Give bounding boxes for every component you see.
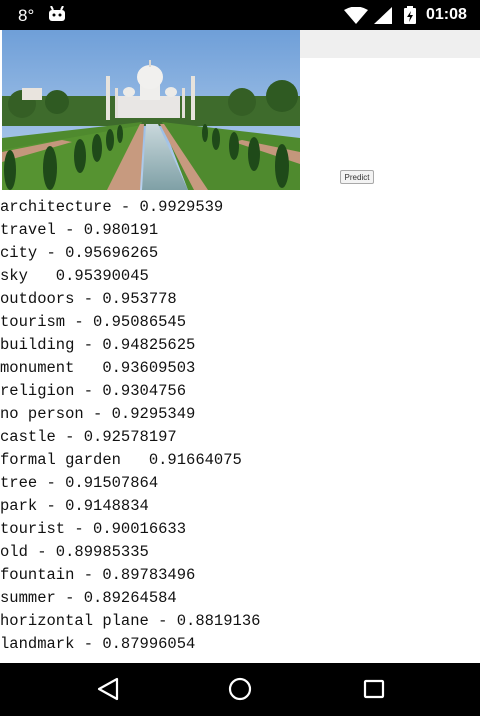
prediction-item: tourist - 0.90016633: [0, 520, 187, 538]
prediction-item: travel - 0.980191: [0, 221, 159, 239]
toolbar-strip: [300, 30, 480, 58]
prediction-item: summer - 0.89264584: [0, 589, 177, 607]
prediction-item: horizontal plane - 0.8819136: [0, 612, 261, 630]
prediction-item: old - 0.89985335: [0, 543, 149, 561]
photo-illustration: [2, 30, 300, 190]
prediction-item: city - 0.95696265: [0, 244, 159, 262]
prediction-item: fountain - 0.89783496: [0, 566, 196, 584]
prediction-item: building - 0.94825625: [0, 336, 196, 354]
prediction-item: no person - 0.9295349: [0, 405, 196, 423]
signal-icon: [374, 7, 392, 24]
prediction-item: sky 0.95390045: [0, 267, 149, 285]
navigation-bar: [0, 663, 480, 716]
recents-icon[interactable]: [362, 677, 386, 701]
prediction-item: formal garden 0.91664075: [0, 451, 242, 469]
prediction-item: architecture - 0.9929539: [0, 198, 224, 216]
temperature: 8°: [18, 6, 35, 25]
prediction-item: tourism - 0.95086545: [0, 313, 187, 331]
home-icon[interactable]: [228, 677, 252, 701]
wifi-icon: [344, 7, 368, 24]
status-bar: 8° 01:08: [0, 0, 480, 30]
prediction-item: outdoors - 0.953778: [0, 290, 177, 308]
android-notification-icon: [49, 6, 65, 21]
taj-mahal-photo: [2, 30, 300, 190]
prediction-item: park - 0.9148834: [0, 497, 149, 515]
prediction-item: religion - 0.9304756: [0, 382, 187, 400]
clock: 01:08: [426, 6, 467, 23]
prediction-item: landmark - 0.87996054: [0, 635, 196, 653]
prediction-list: architecture - 0.9929539 travel - 0.9801…: [0, 196, 480, 656]
prediction-item: monument 0.93609503: [0, 359, 196, 377]
predict-button[interactable]: Predict: [340, 170, 374, 184]
prediction-item: castle - 0.92578197: [0, 428, 177, 446]
back-icon[interactable]: [96, 677, 120, 701]
battery-icon: [404, 6, 416, 24]
prediction-item: tree - 0.91507864: [0, 474, 159, 492]
